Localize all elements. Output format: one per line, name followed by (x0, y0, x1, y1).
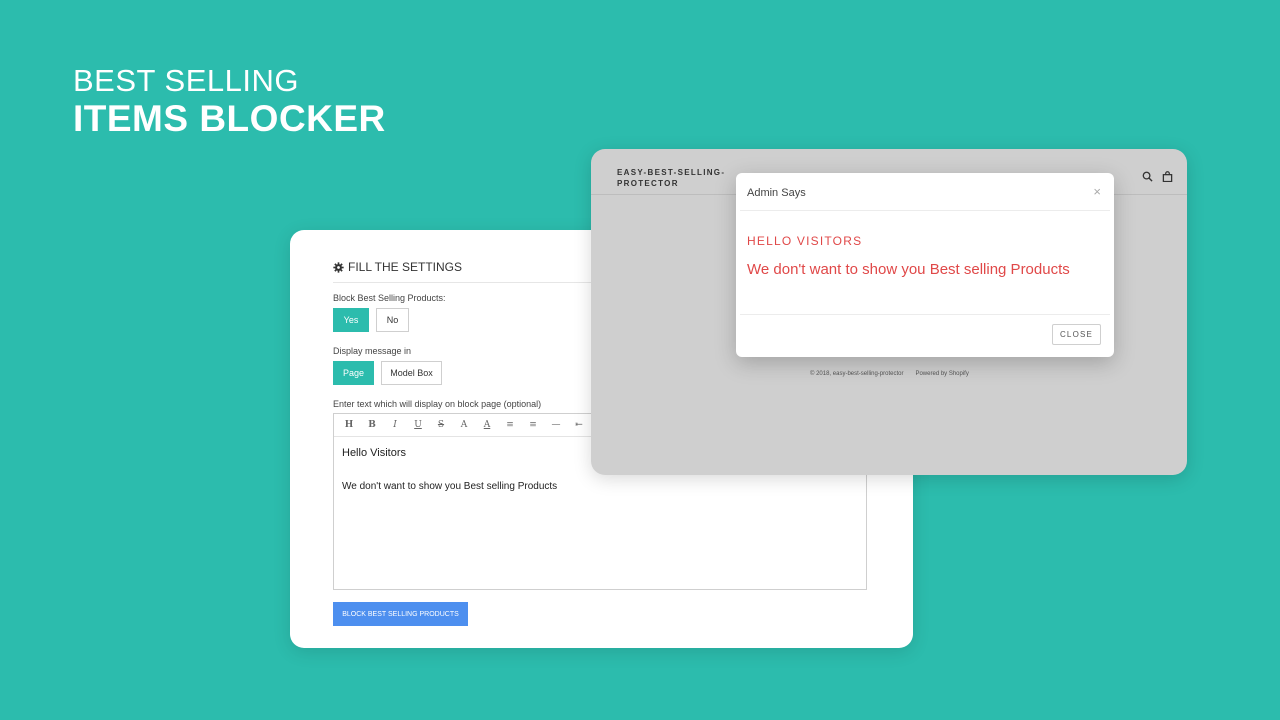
toolbar-ordered-list-button[interactable]: ≡ (501, 420, 519, 430)
toolbar-hr-button[interactable]: — (547, 420, 565, 430)
block-label: Block Best Selling Products: (333, 293, 446, 303)
modal-message: We don't want to show you Best selling P… (747, 261, 1070, 278)
toolbar-unordered-list-button[interactable]: ≡ (524, 420, 542, 430)
toolbar-font-color-button[interactable]: A (455, 420, 473, 430)
modal-heading: HELLO VISITORS (747, 234, 863, 248)
modal-divider-top (740, 210, 1110, 211)
toolbar-highlight-button[interactable]: A (478, 420, 496, 430)
model-box-button[interactable]: Model Box (381, 361, 442, 385)
page-button[interactable]: Page (333, 361, 374, 385)
toolbar-bold-button[interactable]: B (363, 420, 381, 430)
no-button[interactable]: No (376, 308, 409, 332)
display-label: Display message in (333, 346, 412, 356)
bag-icon[interactable] (1162, 171, 1173, 182)
store-brand[interactable]: EASY-BEST-SELLING-PROTECTOR (617, 167, 747, 189)
store-footer: © 2018, easy-best-selling-protector Powe… (810, 371, 969, 377)
modal-divider-bottom (740, 314, 1110, 315)
close-icon[interactable]: × (1093, 184, 1101, 199)
settings-title-text: FILL THE SETTINGS (348, 260, 463, 274)
settings-title: FILL THE SETTINGS (333, 260, 462, 274)
editor-label: Enter text which will display on block p… (333, 399, 542, 409)
footer-copyright[interactable]: © 2018, easy-best-selling-protector (810, 371, 903, 377)
modal-close-button[interactable]: CLOSE (1052, 324, 1101, 345)
toolbar-italic-button[interactable]: I (386, 420, 404, 430)
footer-powered-by[interactable]: Powered by Shopify (915, 371, 968, 377)
header-icons (1142, 171, 1173, 182)
yes-button[interactable]: Yes (333, 308, 369, 332)
toolbar-strike-button[interactable]: S (432, 420, 450, 430)
hero-title: BEST SELLING ITEMS BLOCKER (73, 64, 386, 140)
editor-line-2: We don't want to show you Best selling P… (342, 481, 558, 492)
toolbar-heading-button[interactable]: H (340, 420, 358, 430)
admin-modal: Admin Says × HELLO VISITORS We don't wan… (736, 173, 1114, 357)
block-best-selling-button[interactable]: BLOCK BEST SELLING PRODUCTS (333, 602, 468, 626)
hero-line-1: BEST SELLING (73, 63, 299, 98)
toolbar-underline-button[interactable]: U (409, 420, 427, 430)
modal-header: Admin Says (747, 187, 806, 199)
toolbar-indent-button[interactable]: ⇤ (570, 420, 588, 430)
search-icon[interactable] (1142, 171, 1153, 182)
hero-line-2: ITEMS BLOCKER (73, 98, 386, 139)
gear-icon (333, 261, 344, 273)
